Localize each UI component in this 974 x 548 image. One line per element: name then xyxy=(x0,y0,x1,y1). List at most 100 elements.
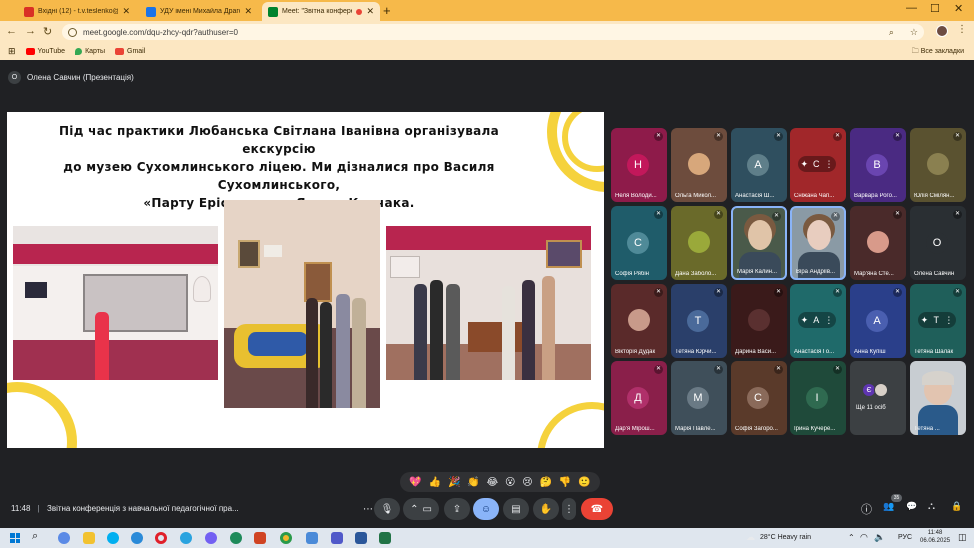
teams-icon[interactable] xyxy=(331,532,343,544)
participant-tile[interactable]: ✕ С Софія Рябін xyxy=(611,206,667,280)
opera-icon[interactable] xyxy=(155,532,167,544)
participant-tile[interactable]: ✕ Ольга Микол... xyxy=(671,128,727,202)
word-icon[interactable] xyxy=(355,532,367,544)
new-tab-button[interactable]: + xyxy=(383,3,391,18)
browser-icon[interactable] xyxy=(230,532,242,544)
chrome-icon[interactable] xyxy=(280,532,292,544)
chat-icon[interactable]: 💬 xyxy=(906,501,917,512)
address-bar[interactable]: meet.google.com/dqu-zhcy-qdr?authuser=0 … xyxy=(62,24,924,40)
notifications-icon[interactable]: ◫ xyxy=(958,532,967,543)
minimize-button[interactable]: — xyxy=(906,2,917,14)
bookmark-youtube[interactable]: YouTube xyxy=(25,48,65,55)
bookmark-gmail[interactable]: Gmail xyxy=(115,48,145,55)
participant-tile[interactable]: ✕ Т Тетяна Юрчи... xyxy=(671,284,727,358)
pin-icon[interactable]: ✦ xyxy=(801,315,809,326)
copilot-icon[interactable] xyxy=(58,532,70,544)
volume-icon[interactable]: 🔈 xyxy=(874,532,885,543)
reload-icon[interactable]: ↻ xyxy=(43,25,52,38)
more-participants-tile[interactable]: Є Ще 11 осіб xyxy=(850,361,906,435)
end-call-button[interactable]: ☎ xyxy=(581,498,613,520)
participant-tile[interactable]: ✕ А Анна Купіш xyxy=(850,284,906,358)
participant-tile[interactable]: ✕ Віра Андріїв... xyxy=(790,206,846,280)
tray-chevron-icon[interactable]: ⌃ xyxy=(848,533,855,542)
close-icon[interactable]: ✕ xyxy=(244,6,252,17)
close-window-button[interactable]: ✕ xyxy=(954,2,963,15)
pin-controls[interactable]: ✦ С ⋮ xyxy=(798,156,836,172)
reaction-emoji-button[interactable]: 🙂 xyxy=(578,477,590,488)
participant-tile[interactable]: ✕ І Ірина Кучере... xyxy=(790,361,846,435)
participant-tile[interactable]: ✕ ✦ Т ⋮ Тетяна Шалак xyxy=(910,284,966,358)
reaction-emoji-button[interactable]: 💖 xyxy=(409,477,421,488)
reaction-emoji-button[interactable]: 😮 xyxy=(505,477,515,488)
people-icon[interactable]: 👥 xyxy=(883,501,894,512)
reaction-emoji-button[interactable]: 😂 xyxy=(486,477,498,488)
more-options-button[interactable]: ⋮ xyxy=(562,498,576,520)
reaction-emoji-button[interactable]: 😢 xyxy=(522,477,532,488)
participant-tile[interactable]: ✕ Юлія Смілян... xyxy=(910,128,966,202)
participant-tile[interactable]: ✕ В Варвара Рого... xyxy=(850,128,906,202)
profile-avatar[interactable] xyxy=(936,25,948,37)
participant-tile[interactable]: ✕ ✦ С ⋮ Сніжана Чап... xyxy=(790,128,846,202)
pin-controls[interactable]: ✦ А ⋮ xyxy=(798,312,836,328)
close-icon[interactable]: ✕ xyxy=(122,6,130,17)
edge-icon[interactable] xyxy=(131,532,143,544)
maximize-button[interactable]: ☐ xyxy=(930,2,940,15)
reaction-emoji-button[interactable]: 👏 xyxy=(467,477,479,488)
present-button[interactable]: ⇪ xyxy=(444,498,470,520)
windows-start-icon[interactable] xyxy=(10,533,20,543)
participant-tile[interactable]: ✕ ✦ А ⋮ Анастасія Го... xyxy=(790,284,846,358)
telegram-icon[interactable] xyxy=(180,532,192,544)
reaction-emoji-button[interactable]: 👎 xyxy=(559,477,571,488)
pin-icon[interactable]: ✦ xyxy=(921,315,929,326)
participant-tile[interactable]: ✕ Мар'яна Сте... xyxy=(850,206,906,280)
back-icon[interactable]: ← xyxy=(6,25,17,37)
close-icon[interactable]: ✕ xyxy=(366,6,374,17)
reaction-emoji-button[interactable]: 🤔 xyxy=(539,477,551,488)
input-language[interactable]: РУС xyxy=(898,534,912,541)
pin-icon[interactable]: ✦ xyxy=(800,159,808,170)
all-bookmarks[interactable]: 🗀 Все закладки xyxy=(912,47,964,58)
weather-text[interactable]: 28°C Heavy rain xyxy=(760,534,811,541)
participant-tile[interactable]: ✕ Н Неля Володи... xyxy=(611,128,667,202)
participant-tile[interactable]: ✕ Д Дар'я Мірош... xyxy=(611,361,667,435)
tab-university[interactable]: УДУ імені Михайла Драгоманова ✕ xyxy=(140,2,258,21)
tab-meet[interactable]: Meet: "Звітна конференція з н ✕ xyxy=(262,2,380,21)
participant-tile[interactable]: ✕ О Олена Савчин xyxy=(910,206,966,280)
excel-icon[interactable] xyxy=(379,532,391,544)
emoji-button[interactable]: ☺ xyxy=(473,498,499,520)
kebab-icon[interactable]: ⋮ xyxy=(944,315,953,326)
participant-tile[interactable]: ✕ С Софія Загоро... xyxy=(731,361,787,435)
microphone-button[interactable]: 🎙 xyxy=(374,498,400,520)
raise-hand-button[interactable]: ✋ xyxy=(533,498,559,520)
forward-icon[interactable]: → xyxy=(25,25,36,37)
self-video-tile[interactable]: Тетяна ... xyxy=(910,361,966,435)
apps-grid-icon[interactable]: ⊞ xyxy=(8,46,16,57)
file-explorer-icon[interactable] xyxy=(83,532,95,544)
activities-icon[interactable]: ⛬ xyxy=(928,501,935,512)
camera-button[interactable]: ⌃ ▭ xyxy=(403,498,439,520)
skype-icon[interactable] xyxy=(107,532,119,544)
zoom-icon[interactable]: ⌕ xyxy=(889,27,894,38)
viber-icon[interactable] xyxy=(205,532,217,544)
bookmark-maps[interactable]: Карты xyxy=(75,48,105,55)
wifi-icon[interactable]: ◠ xyxy=(860,532,868,543)
chrome-menu-icon[interactable]: ⋮ xyxy=(957,24,967,35)
reaction-emoji-button[interactable]: 👍 xyxy=(429,477,441,488)
photos-icon[interactable] xyxy=(306,532,318,544)
taskbar-clock[interactable]: 11:48 06.06.2025 xyxy=(920,529,950,545)
powerpoint-icon[interactable] xyxy=(254,532,266,544)
kebab-icon[interactable]: ⋮ xyxy=(825,159,834,170)
meeting-details-icon[interactable]: ⓘ xyxy=(861,501,872,517)
reaction-emoji-button[interactable]: 🎉 xyxy=(448,477,460,488)
participant-tile[interactable]: ✕ Дарина Васи... xyxy=(731,284,787,358)
participant-tile[interactable]: ✕ Марія Калин... xyxy=(731,206,787,280)
captions-button[interactable]: ▤ xyxy=(503,498,529,520)
participant-tile[interactable]: ✕ А Анастасія Ш... xyxy=(731,128,787,202)
participant-tile[interactable]: ✕ Вікторія Дудак xyxy=(611,284,667,358)
host-controls-icon[interactable]: 🔒 xyxy=(951,501,962,512)
tab-gmail[interactable]: Вхідні (12) - t.v.teslenko@npu.e ✕ xyxy=(18,2,136,21)
bookmark-star-icon[interactable]: ☆ xyxy=(910,27,918,38)
search-icon[interactable]: ⌕ xyxy=(32,530,38,543)
site-info-icon[interactable] xyxy=(68,27,77,37)
pin-controls[interactable]: ✦ Т ⋮ xyxy=(918,312,956,328)
